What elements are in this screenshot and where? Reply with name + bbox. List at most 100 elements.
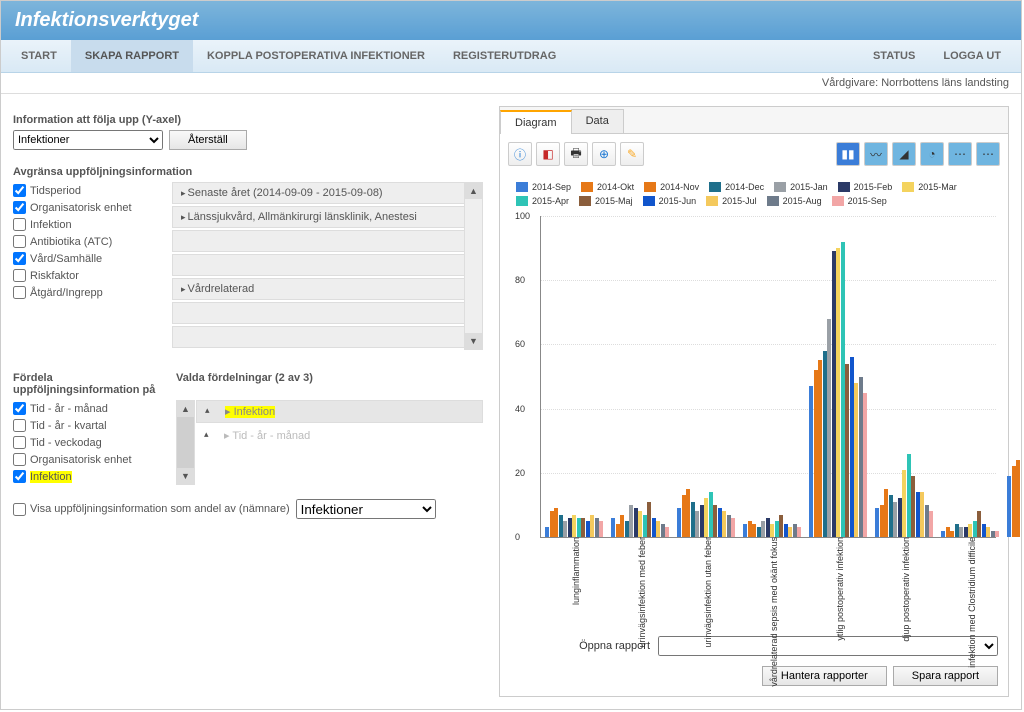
chart-bar (686, 489, 690, 537)
filter-check[interactable]: Vård/Samhälle (13, 250, 168, 267)
chart-bar (907, 454, 911, 537)
menu-koppla[interactable]: KOPPLA POSTOPERATIVA INFEKTIONER (193, 40, 439, 72)
filter-value[interactable]: Vårdrelaterad (172, 278, 465, 300)
chart-bar (964, 527, 968, 537)
chart-bar (616, 524, 620, 537)
chart-bar (643, 515, 647, 537)
filter-scrollbar[interactable]: ▲ ▼ (464, 182, 483, 350)
chart-bar (929, 511, 933, 537)
scroll-up-icon[interactable]: ▲ (177, 401, 194, 417)
legend-item: 2015-Jun (643, 196, 697, 206)
menu-logga-ut[interactable]: LOGGA UT (929, 40, 1015, 72)
info-icon[interactable]: ⓘ (508, 142, 532, 166)
dist-check[interactable]: Infektion (13, 468, 168, 485)
menu-start[interactable]: START (7, 40, 71, 72)
chart-category: urinvägsinfektion med feber (607, 216, 673, 537)
chart-bar (625, 521, 629, 537)
menu-skapa-rapport[interactable]: SKAPA RAPPORT (71, 40, 193, 72)
valda-title: Valda fördelningar (2 av 3) (176, 372, 313, 396)
provider-bar: Vårdgivare: Norrbottens läns landsting (1, 73, 1021, 94)
filter-value[interactable] (172, 230, 465, 252)
spara-rapport-button[interactable]: Spara rapport (893, 666, 998, 686)
chart-bar (638, 511, 642, 537)
chart-bar (661, 524, 665, 537)
filter-value[interactable]: Länssjukvård, Allmänkirurgi länsklinik, … (172, 206, 465, 228)
legend-item: 2015-Mar (902, 182, 957, 192)
filter-check[interactable]: Tidsperiod (13, 182, 168, 199)
scroll-down-icon[interactable]: ▼ (177, 468, 194, 484)
app-title: Infektionsverktyget (1, 1, 1021, 40)
chart-bar (875, 508, 879, 537)
chart-bar (946, 527, 950, 537)
dist-check[interactable]: Tid - veckodag (13, 434, 168, 451)
pdf-icon[interactable]: ◧ (536, 142, 560, 166)
chart-bar (977, 511, 981, 537)
chart-category: vårdrelaterad sepsis med okänt fokus (739, 216, 805, 537)
legend-item: 2015-Maj (579, 196, 633, 206)
filter-value[interactable] (172, 302, 465, 324)
filter-value[interactable] (172, 254, 465, 276)
chart-bar (1016, 460, 1020, 537)
filter-check[interactable]: Åtgärd/Ingrepp (13, 284, 168, 301)
chart-bar (677, 508, 681, 537)
chart-bar (656, 521, 660, 537)
chart-bar (709, 492, 713, 537)
chart-bar (577, 518, 581, 537)
filter-check[interactable]: Antibiotika (ATC) (13, 233, 168, 250)
yaxis-select[interactable]: Infektioner (13, 130, 163, 150)
chart-bar (827, 319, 831, 537)
reset-button[interactable]: Återställ (169, 130, 247, 150)
chart-bar (629, 505, 633, 537)
dist-scrollbar[interactable]: ▲ ▼ (176, 400, 195, 485)
chart-bar (968, 524, 972, 537)
chart-bar (700, 505, 704, 537)
legend-item: 2015-Jul (706, 196, 757, 206)
dist-check[interactable]: Tid - år - månad (13, 400, 168, 417)
valda-item[interactable]: ▴▸ Infektion (196, 400, 483, 423)
scroll-up-icon[interactable]: ▲ (465, 183, 482, 199)
menu-status[interactable]: STATUS (859, 40, 929, 72)
chart-bar (682, 495, 686, 537)
scroll-down-icon[interactable]: ▼ (465, 333, 482, 349)
filter-check[interactable]: Organisatorisk enhet (13, 199, 168, 216)
chart-other2-icon[interactable]: ⋯ (976, 142, 1000, 166)
dist-check[interactable]: Organisatorisk enhet (13, 451, 168, 468)
chart-bar (752, 524, 756, 537)
chart-bar (889, 495, 893, 537)
legend-item: 2015-Sep (832, 196, 887, 206)
tab-data[interactable]: Data (571, 109, 624, 133)
print-icon[interactable]: 🖶 (564, 142, 588, 166)
chart-bar-icon[interactable]: ▮▮ (836, 142, 860, 166)
chart-bar (572, 515, 576, 537)
andel-checkbox[interactable]: Visa uppföljningsinformation som andel a… (13, 503, 290, 516)
chart-bar (950, 531, 954, 537)
filter-value[interactable] (172, 326, 465, 348)
chart-bar (991, 531, 995, 537)
chart-line-icon[interactable]: 〰 (864, 142, 888, 166)
chart-bar (722, 511, 726, 537)
chart-pie-icon[interactable]: ◔ (920, 142, 944, 166)
zoom-icon[interactable]: ⊕ (592, 142, 616, 166)
valda-item[interactable]: ▴▸ Tid - år - månad (196, 425, 483, 446)
dist-check[interactable]: Tid - år - kvartal (13, 417, 168, 434)
chart-bar (1021, 457, 1022, 537)
legend-item: 2014-Sep (516, 182, 571, 192)
chart-bar (898, 498, 902, 537)
filter-check[interactable]: Infektion (13, 216, 168, 233)
tab-diagram[interactable]: Diagram (500, 110, 572, 134)
andel-select[interactable]: Infektioner (296, 499, 436, 519)
chart-bar (595, 518, 599, 537)
hantera-rapporter-button[interactable]: Hantera rapporter (762, 666, 887, 686)
chart-bar (995, 531, 999, 537)
chart-bar (727, 515, 731, 537)
menubar: START SKAPA RAPPORT KOPPLA POSTOPERATIVA… (1, 40, 1021, 73)
filter-check[interactable]: Riskfaktor (13, 267, 168, 284)
menu-registerutdrag[interactable]: REGISTERUTDRAG (439, 40, 570, 72)
chart-bar (757, 527, 761, 537)
chart-other1-icon[interactable]: ⋯ (948, 142, 972, 166)
filter-value[interactable]: Senaste året (2014-09-09 - 2015-09-08) (172, 182, 465, 204)
filter-title: Avgränsa uppföljningsinformation (13, 166, 483, 178)
chart-area-icon[interactable]: ◢ (892, 142, 916, 166)
chart-bar (941, 531, 945, 537)
edit-icon[interactable]: ✎ (620, 142, 644, 166)
